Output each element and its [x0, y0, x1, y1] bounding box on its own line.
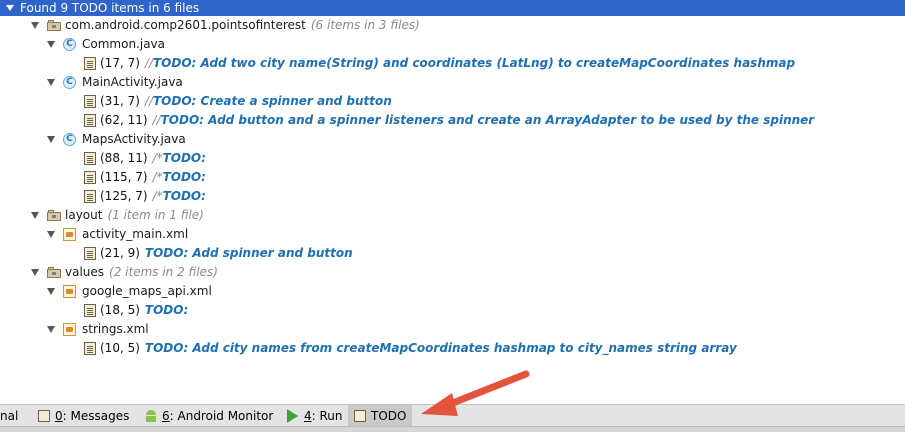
annotation-arrow-icon — [421, 370, 530, 416]
